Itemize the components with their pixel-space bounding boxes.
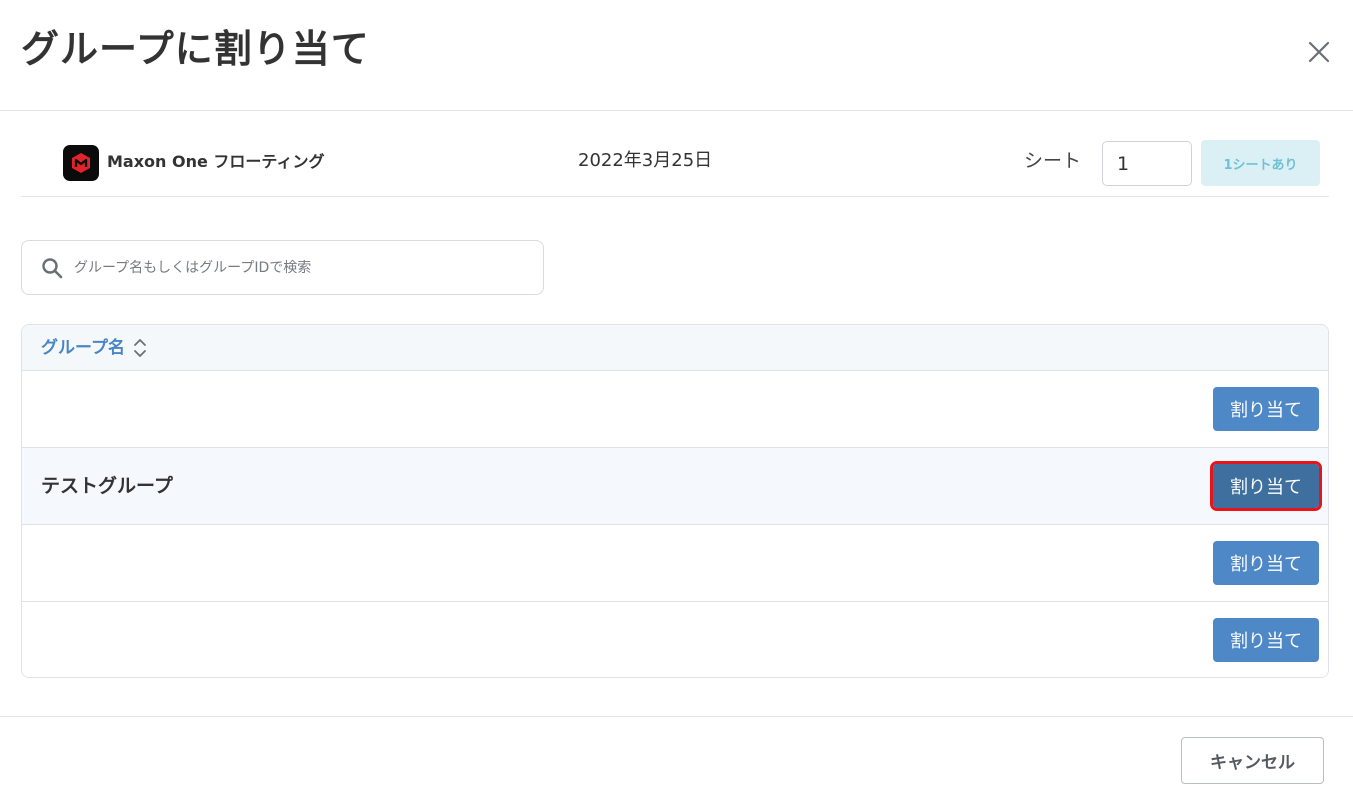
sort-icon[interactable] [132, 337, 148, 359]
dialog-title: グループに割り当て [21, 27, 370, 71]
table-row: 割り当て [22, 525, 1328, 602]
assign-button[interactable]: 割り当て [1213, 618, 1319, 662]
group-name: テストグループ [41, 475, 173, 497]
close-icon [1308, 41, 1330, 63]
table-row: テストグループ 割り当て [22, 448, 1328, 525]
table-row: 割り当て [22, 371, 1328, 448]
product-date: 2022年3月25日 [578, 150, 713, 171]
dialog-header: グループに割り当て [0, 0, 1353, 111]
table-row: 割り当て [22, 602, 1328, 677]
table-header: グループ名 [22, 325, 1328, 371]
assign-button[interactable]: 割り当て [1210, 461, 1322, 511]
search-box[interactable] [21, 240, 544, 295]
product-row: Maxon One フローティング 2022年3月25日 シート 1シートあり [21, 111, 1329, 197]
cancel-button[interactable]: キャンセル [1181, 737, 1324, 784]
product-name: Maxon One フローティング [107, 152, 325, 171]
dialog-footer: キャンセル [0, 716, 1353, 795]
search-input[interactable] [74, 251, 534, 285]
seat-label: シート [1024, 150, 1082, 172]
column-header-group-name[interactable]: グループ名 [41, 337, 125, 359]
search-icon [42, 258, 63, 279]
assign-to-group-dialog: グループに割り当て Maxon One フローティング 2022年3月25日 シ… [0, 0, 1353, 795]
assign-button[interactable]: 割り当て [1213, 541, 1319, 585]
close-button[interactable] [1300, 33, 1338, 71]
assign-button[interactable]: 割り当て [1213, 387, 1319, 431]
group-table: グループ名 割り当て テストグループ 割り当て 割り当て 割り当て [21, 324, 1329, 678]
seat-count-input[interactable] [1102, 141, 1192, 186]
maxon-logo-icon [63, 145, 99, 181]
seats-available-badge: 1シートあり [1201, 140, 1320, 186]
